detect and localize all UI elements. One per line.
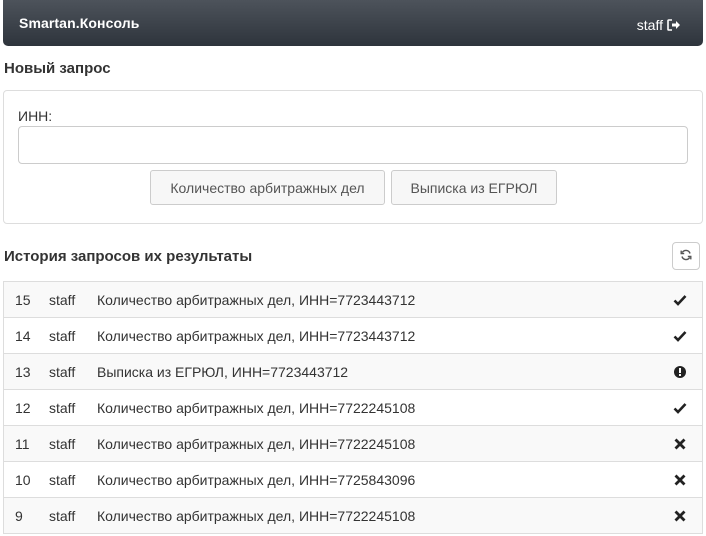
row-id: 15 <box>15 292 31 308</box>
row-description: Количество арбитражных дел, ИНН=77234437… <box>97 292 416 308</box>
new-request-heading: Новый запрос <box>4 60 111 77</box>
row-id: 13 <box>15 364 31 380</box>
times-icon <box>673 473 687 487</box>
row-description: Выписка из ЕГРЮЛ, ИНН=7723443712 <box>97 364 349 380</box>
row-id: 12 <box>15 400 31 416</box>
app-brand[interactable]: Smartan.Консоль <box>19 15 139 31</box>
username[interactable]: staff <box>637 17 663 33</box>
row-user: staff <box>49 472 76 488</box>
refresh-button[interactable] <box>672 242 700 270</box>
history-row: 10 staff Количество арбитражных дел, ИНН=7… <box>3 462 703 498</box>
history-row: 13 staff Выписка из ЕГРЮЛ, ИНН=7723443712 <box>3 354 703 390</box>
row-description: Количество арбитражных дел, ИНН=77258430… <box>97 472 416 488</box>
inn-label: ИНН: <box>18 108 53 124</box>
refresh-icon <box>680 249 692 264</box>
row-user: staff <box>49 400 76 416</box>
history-row: 9 staff Количество арбитражных дел, ИНН=77… <box>3 498 703 534</box>
history-row: 12 staff Количество арбитражных дел, ИНН=7… <box>3 390 703 426</box>
row-user: staff <box>49 328 76 344</box>
row-user: staff <box>49 436 76 452</box>
row-description: Количество арбитражных дел, ИНН=77222451… <box>97 436 416 452</box>
row-description: Количество арбитражных дел, ИНН=77222451… <box>97 400 416 416</box>
check-icon <box>673 293 687 307</box>
row-description: Количество арбитражных дел, ИНН=77234437… <box>97 328 416 344</box>
history-row: 11 staff Количество арбитражных дел, ИНН=7… <box>3 426 703 462</box>
row-id: 11 <box>15 436 30 452</box>
check-icon <box>673 401 687 415</box>
row-id: 10 <box>15 472 31 488</box>
row-user: staff <box>49 292 76 308</box>
inn-input[interactable] <box>18 126 688 164</box>
row-user: staff <box>49 364 76 380</box>
history-row: 14 staff Количество арбитражных дел, ИНН=7… <box>3 318 703 354</box>
check-icon <box>673 329 687 343</box>
history-heading: История запросов их результаты <box>4 248 253 265</box>
row-id: 9 <box>15 508 23 524</box>
top-navbar: Smartan.Консоль staff <box>3 0 703 46</box>
exclamation-circle-icon <box>673 365 687 379</box>
egrul-extract-button[interactable]: Выписка из ЕГРЮЛ <box>391 170 557 205</box>
history-table: 15 staff Количество арбитражных дел, ИНН=7… <box>3 281 703 534</box>
history-row: 15 staff Количество арбитражных дел, ИНН=7… <box>3 282 703 318</box>
row-user: staff <box>49 508 76 524</box>
times-icon <box>673 437 687 451</box>
row-id: 14 <box>15 328 31 344</box>
row-description: Количество арбитражных дел, ИНН=77222451… <box>97 508 416 524</box>
user-logout-link[interactable]: staff <box>637 17 681 33</box>
arbitration-cases-button[interactable]: Количество арбитражных дел <box>150 170 385 205</box>
sign-out-icon[interactable] <box>667 19 681 31</box>
new-request-panel: ИНН: Количество арбитражных дел Выписка … <box>3 90 703 224</box>
times-icon <box>673 509 687 523</box>
